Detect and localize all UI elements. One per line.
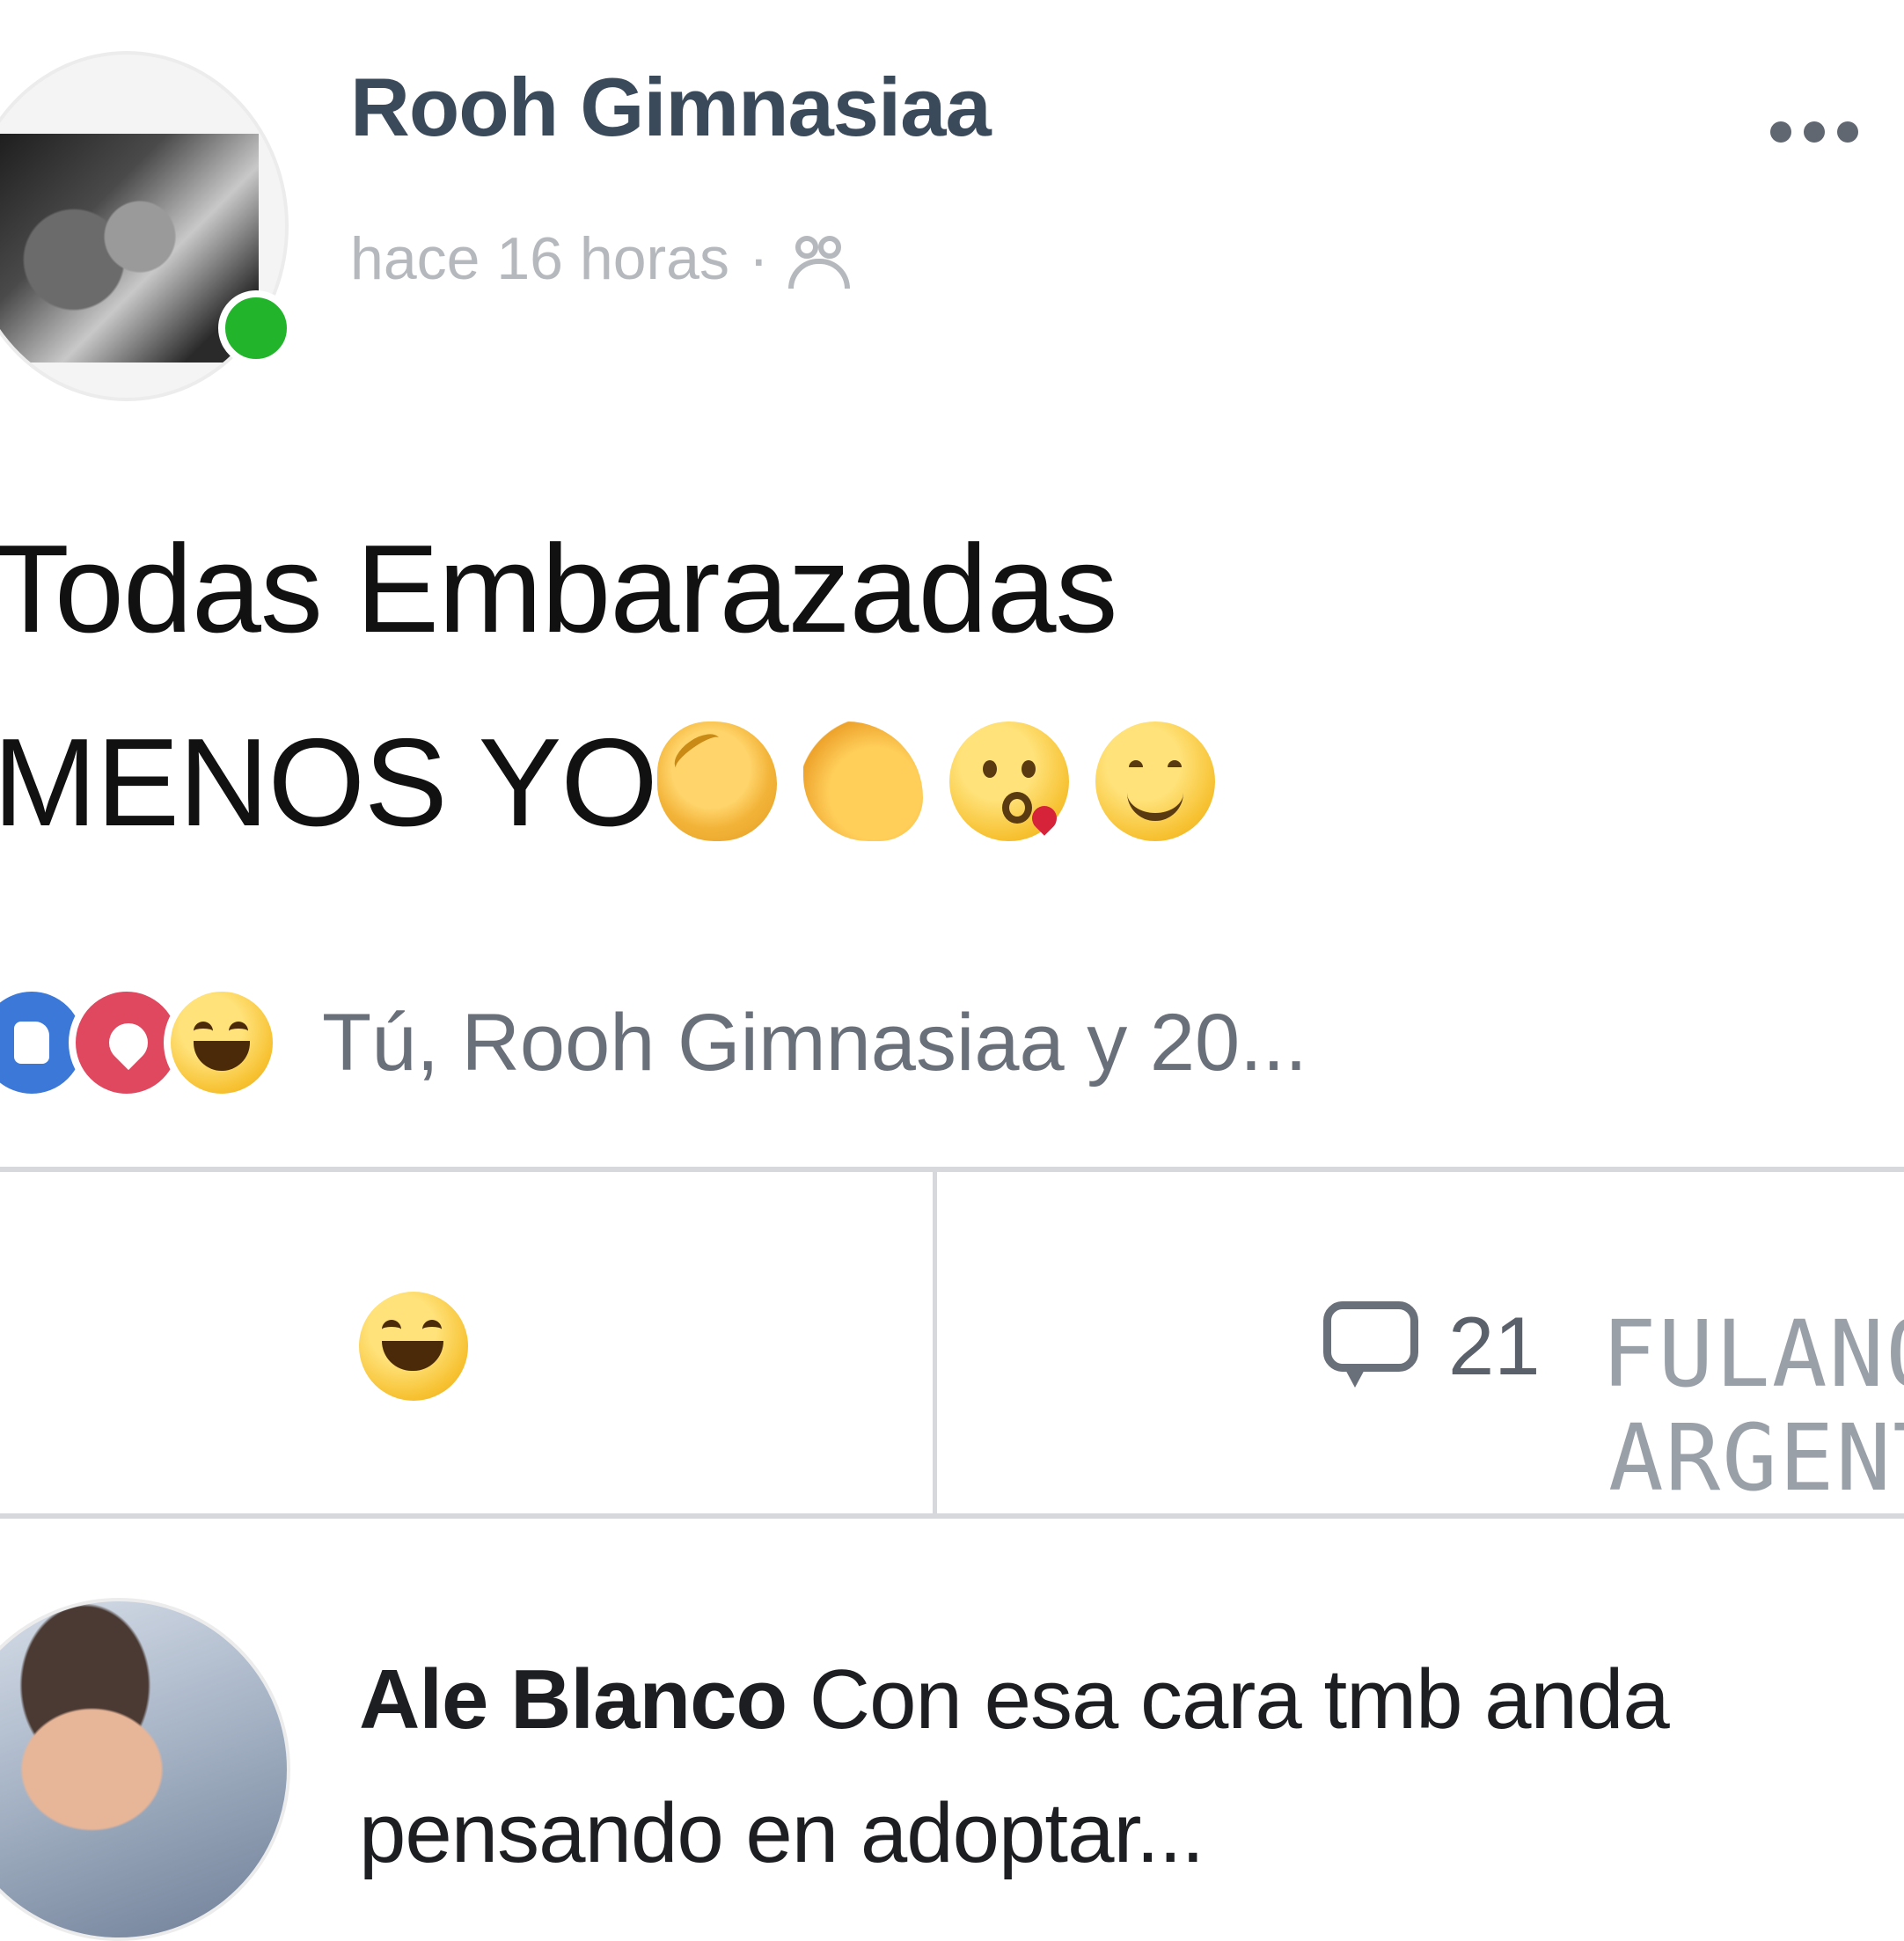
actions-divider-top bbox=[0, 1167, 1904, 1172]
post-timestamp[interactable]: hace 16 horas bbox=[350, 224, 729, 293]
reactions-summary[interactable]: Tú, Rooh Gimnasiaa y 20... bbox=[0, 981, 1307, 1104]
comments-button[interactable]: 21 bbox=[1320, 1285, 1541, 1408]
post-text-line-2: MENOS YO bbox=[0, 713, 658, 853]
face-blowing-kiss-emoji bbox=[948, 721, 1069, 842]
clapping-hands-emoji bbox=[656, 721, 777, 842]
comment-author[interactable]: Ale Blanco bbox=[359, 1652, 787, 1747]
more-options-icon[interactable] bbox=[1770, 106, 1885, 158]
react-button[interactable] bbox=[317, 1267, 510, 1425]
commenter-avatar[interactable] bbox=[0, 1598, 290, 1941]
reaction-icons bbox=[0, 985, 280, 1101]
poster-name[interactable]: Rooh Gimnasiaa bbox=[350, 60, 992, 155]
comment-text: Ale Blanco Con esa cara tmb anda pensand… bbox=[359, 1633, 1890, 1901]
comment-count: 21 bbox=[1448, 1300, 1541, 1392]
meta-separator: · bbox=[748, 225, 769, 292]
comment: Ale Blanco Con esa cara tmb anda pensand… bbox=[0, 1519, 1904, 1941]
reactions-summary-text[interactable]: Tú, Rooh Gimnasiaa y 20... bbox=[322, 997, 1307, 1089]
friends-icon[interactable] bbox=[787, 232, 850, 289]
post-text: Todas Embarazadas MENOS YO bbox=[0, 493, 1401, 880]
watermark-line-2: ARGENTI bbox=[1608, 1404, 1904, 1510]
haha-reaction-icon bbox=[164, 985, 280, 1101]
post-header: Rooh Gimnasiaa hace 16 horas · bbox=[0, 0, 1904, 405]
watermark-line-1: FULANO bbox=[1601, 1302, 1904, 1408]
smiling-face-emoji bbox=[1095, 721, 1215, 842]
post-text-line-2-wrap: MENOS YO bbox=[0, 686, 1401, 880]
comment-icon bbox=[1320, 1298, 1425, 1395]
actions-divider-vertical bbox=[933, 1172, 937, 1513]
post-emoji-row bbox=[656, 721, 1215, 842]
post-text-line-1: Todas Embarazadas bbox=[0, 519, 1118, 659]
watermark: FULANO ARGENTI bbox=[1601, 1302, 1904, 1510]
online-status-indicator bbox=[218, 290, 294, 366]
flexed-biceps-emoji bbox=[802, 721, 923, 842]
haha-reaction-icon bbox=[359, 1292, 468, 1401]
post-meta: hace 16 horas · bbox=[350, 224, 850, 293]
